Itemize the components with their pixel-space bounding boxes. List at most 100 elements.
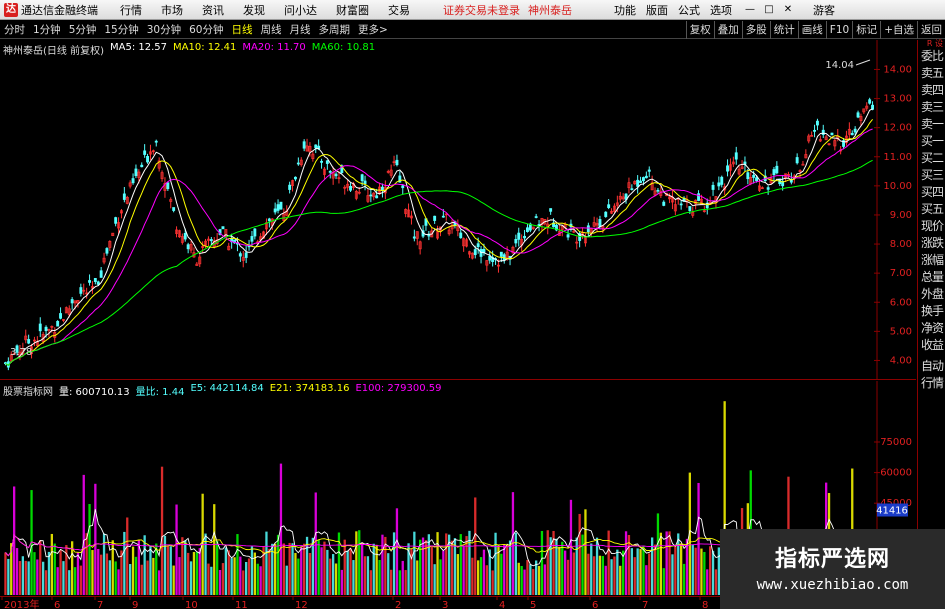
add-watchlist-button[interactable]: +自选 xyxy=(880,21,917,39)
sidebar-tab[interactable]: 卖三 xyxy=(918,99,945,116)
volume-bar xyxy=(456,554,459,595)
volume-bar xyxy=(503,544,506,595)
tool-options[interactable]: 选项 xyxy=(710,2,732,18)
sidebar-tab[interactable]: 现价 xyxy=(918,218,945,235)
period-tab-daily[interactable]: 日线 xyxy=(228,22,257,37)
candle-body xyxy=(88,280,91,283)
sidebar-tab[interactable]: 卖四 xyxy=(918,82,945,99)
volume-bar xyxy=(108,560,111,595)
date-tick-label: 12 xyxy=(295,600,308,609)
menu-ask[interactable]: 问小达 xyxy=(284,2,317,18)
period-tab-weekly[interactable]: 周线 xyxy=(257,22,286,37)
volume-bar xyxy=(581,534,584,595)
volume-bar xyxy=(329,558,332,595)
f10-button[interactable]: F10 xyxy=(825,21,852,39)
volume-bar xyxy=(91,550,94,595)
menu-news[interactable]: 资讯 xyxy=(202,2,224,18)
sidebar-tab[interactable]: 买四 xyxy=(918,184,945,201)
close-icon[interactable]: ✕ xyxy=(780,4,796,15)
volume-bar xyxy=(514,532,517,595)
candle-body xyxy=(294,176,297,180)
candle-body xyxy=(325,160,329,164)
volume-bar xyxy=(450,540,454,595)
sidebar-tab[interactable]: 委比 xyxy=(918,48,945,65)
sidebar-tab[interactable]: 收益 xyxy=(918,337,945,354)
period-tab-more[interactable]: 更多> xyxy=(354,22,392,37)
volume-bar xyxy=(294,552,297,595)
sidebar-bottom-tab[interactable]: 自动 xyxy=(918,358,945,375)
overlay-button[interactable]: 叠加 xyxy=(713,21,742,39)
period-tab-1min[interactable]: 1分钟 xyxy=(29,22,65,37)
volume-bar xyxy=(7,558,10,595)
candlestick-chart[interactable]: 14.00 13.00 12.00 11.00 10.00 9.00 8.00 7.00 6.0… xyxy=(0,40,916,380)
volume-bar xyxy=(73,567,77,595)
volume-bar xyxy=(131,546,135,595)
volume-bar xyxy=(508,540,512,595)
sidebar-tab[interactable]: 买一 xyxy=(918,133,945,150)
candle-body xyxy=(56,321,60,327)
sidebar-tab[interactable]: 涨幅 xyxy=(918,252,945,269)
candle-body xyxy=(395,159,399,166)
menu-quotes[interactable]: 行情 xyxy=(120,2,142,18)
price-chart-panel[interactable]: 14.00 13.00 12.00 11.00 10.00 9.00 8.00 7.00 6.0… xyxy=(0,40,916,380)
sidebar-tab[interactable]: 买三 xyxy=(918,167,945,184)
sidebar-tab[interactable]: 涨跌 xyxy=(918,235,945,252)
period-tab-30min[interactable]: 30分钟 xyxy=(143,22,185,37)
sidebar-bottom-tab[interactable]: 行情 xyxy=(918,375,945,392)
multi-stock-button[interactable]: 多股 xyxy=(741,21,770,39)
period-tab-monthly[interactable]: 月线 xyxy=(286,22,315,37)
adjust-button[interactable]: 复权 xyxy=(685,21,714,39)
period-tab-intraday[interactable]: 分时 xyxy=(0,22,29,37)
volume-bar xyxy=(613,556,616,595)
minimize-icon[interactable]: — xyxy=(742,4,758,15)
sidebar-tab[interactable]: 换手 xyxy=(918,303,945,320)
sidebar-tab[interactable]: 买五 xyxy=(918,201,945,218)
volume-bar xyxy=(221,563,225,595)
candle-body xyxy=(288,184,292,190)
period-tab-60min[interactable]: 60分钟 xyxy=(185,22,227,37)
tool-formula[interactable]: 公式 xyxy=(678,2,700,18)
sidebar-tab[interactable]: 外盘 xyxy=(918,286,945,303)
candle-body xyxy=(143,150,147,155)
period-tab-multi[interactable]: 多周期 xyxy=(315,22,355,37)
current-stock-link[interactable]: 神州泰岳 xyxy=(528,2,572,18)
volume-bar xyxy=(117,569,120,595)
candle-body xyxy=(38,323,42,332)
volume-bar xyxy=(645,565,648,595)
date-tick-label: 6 xyxy=(54,600,60,609)
candle-body xyxy=(566,234,570,238)
period-tab-15min[interactable]: 15分钟 xyxy=(100,22,142,37)
volume-bar xyxy=(36,559,39,595)
candle-body xyxy=(813,129,817,132)
trade-login-notice[interactable]: 证券交易未登录 xyxy=(443,2,520,18)
menu-wealth[interactable]: 财富圈 xyxy=(336,2,369,18)
volume-bar xyxy=(253,552,256,595)
volume-bar xyxy=(619,565,622,595)
back-button[interactable]: 返回 xyxy=(917,21,945,39)
current-volume-value: 41416 xyxy=(876,506,908,517)
draw-line-button[interactable]: 画线 xyxy=(797,21,826,39)
tool-layout[interactable]: 版面 xyxy=(646,2,668,18)
tool-function[interactable]: 功能 xyxy=(614,2,636,18)
stats-button[interactable]: 统计 xyxy=(769,21,798,39)
menu-trade[interactable]: 交易 xyxy=(388,2,410,18)
candle-body xyxy=(79,287,83,294)
sidebar-tab[interactable]: 卖一 xyxy=(918,116,945,133)
sidebar-tab[interactable]: 净资 xyxy=(918,320,945,337)
sidebar-tab[interactable]: 卖五 xyxy=(918,65,945,82)
quote-sidebar: R 设 委比 卖五 卖四 卖三 卖一 买一 买二 买三 买四 买五 现价 涨跌 涨幅 总量 外盘 换手 净资 收益… xyxy=(917,40,945,609)
mark-button[interactable]: 标记 xyxy=(852,21,880,39)
volume-bar xyxy=(659,532,662,595)
date-tick-label: 3 xyxy=(442,600,448,609)
high-price-arrow xyxy=(855,59,871,66)
volume-bar xyxy=(346,550,349,595)
menu-discover[interactable]: 发现 xyxy=(243,2,265,18)
menu-market[interactable]: 市场 xyxy=(161,2,183,18)
period-tab-5min[interactable]: 5分钟 xyxy=(65,22,101,37)
candle-body xyxy=(523,235,527,239)
sidebar-tab[interactable]: 买二 xyxy=(918,150,945,167)
maximize-icon[interactable]: □ xyxy=(761,4,777,15)
guest-button[interactable]: 游客 xyxy=(813,2,835,18)
volume-bar xyxy=(140,564,143,595)
sidebar-tab[interactable]: 总量 xyxy=(918,269,945,286)
